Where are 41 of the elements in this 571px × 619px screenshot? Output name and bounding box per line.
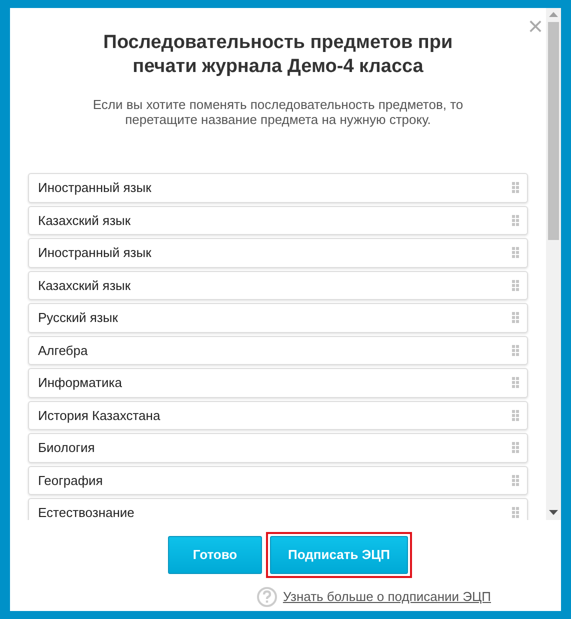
subject-name: Алгебра	[38, 342, 88, 360]
drag-handle-icon[interactable]	[512, 247, 519, 258]
subject-name: Иностранный язык	[38, 244, 152, 262]
subject-name: Иностранный язык	[38, 179, 152, 197]
subject-row[interactable]: Биология	[28, 433, 528, 462]
subject-name: Естествознание	[38, 504, 134, 520]
scrollbar[interactable]	[546, 8, 561, 520]
drag-handle-icon[interactable]	[512, 344, 519, 356]
drag-handle-icon[interactable]	[512, 410, 519, 421]
subject-name: Информатика	[38, 374, 122, 392]
subject-name: Казахский язык	[38, 276, 131, 294]
subject-name: Биология	[38, 439, 95, 457]
drag-handle-icon[interactable]	[512, 280, 519, 291]
scroll-down-icon[interactable]	[549, 510, 558, 516]
subject-row[interactable]: Естествознание	[28, 498, 528, 520]
dialog-title: Последовательность предметов при печати журнала Демо-4 класса	[102, 31, 454, 79]
subject-row[interactable]: Казахский язык	[28, 206, 528, 235]
subject-name: Казахский язык	[38, 212, 131, 230]
scrollbar-thumb[interactable]	[548, 22, 559, 240]
subject-name: Русский язык	[38, 309, 118, 327]
drag-handle-icon[interactable]	[512, 214, 519, 226]
subject-row[interactable]: География	[28, 466, 528, 495]
subject-row[interactable]: Информатика	[28, 368, 528, 398]
help-link[interactable]: Узнать больше о подписании ЭЦП	[282, 587, 491, 607]
drag-handle-icon[interactable]	[512, 474, 519, 486]
drag-handle-icon[interactable]	[512, 507, 519, 518]
drag-handle-icon[interactable]	[512, 442, 519, 454]
subject-row[interactable]: Алгебра	[28, 336, 528, 365]
subject-row[interactable]: Иностранный язык	[28, 173, 528, 202]
help-icon[interactable]	[256, 587, 277, 607]
subject-name: История Казахстана	[38, 406, 160, 425]
drag-handle-icon[interactable]	[512, 312, 519, 324]
scroll-up-icon[interactable]	[549, 12, 558, 18]
subject-row[interactable]: Иностранный язык	[28, 238, 528, 268]
drag-handle-icon[interactable]	[512, 377, 519, 388]
drag-handle-icon[interactable]	[512, 182, 519, 194]
dialog-description: Если вы хотите поменять последовательность предметов, то перетащите название предмета на нужную строку.	[92, 97, 464, 127]
subject-row[interactable]: История Казахстана	[28, 400, 528, 430]
subject-row[interactable]: Казахский язык	[28, 270, 528, 300]
subject-name: География	[38, 472, 103, 490]
subject-row[interactable]: Русский язык	[28, 303, 528, 332]
